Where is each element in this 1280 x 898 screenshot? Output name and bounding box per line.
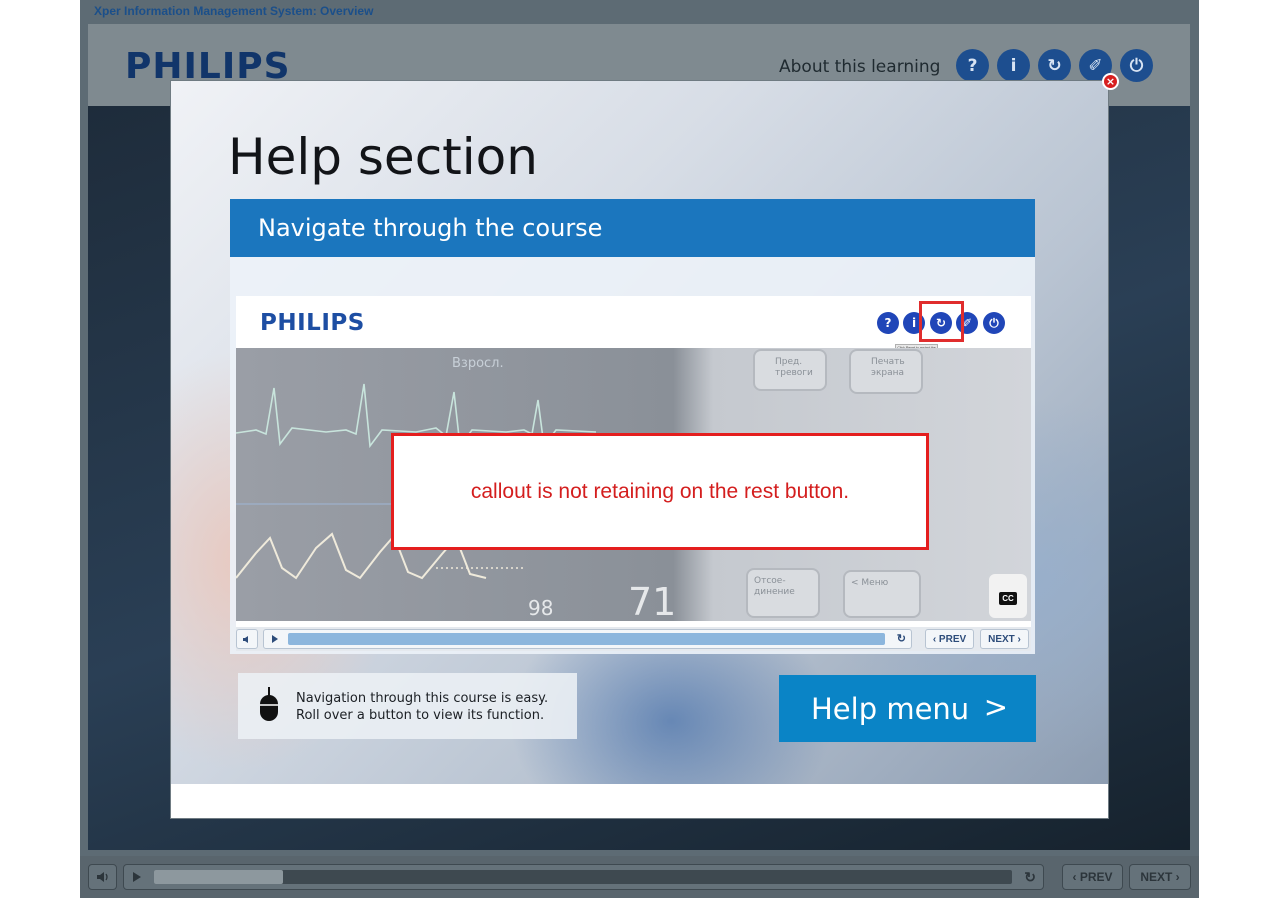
- cc-icon: CC: [999, 592, 1017, 605]
- help-icon[interactable]: ?: [956, 49, 989, 82]
- window-title: Xper Information Management System: Over…: [94, 4, 374, 18]
- next-button[interactable]: NEXT ›: [980, 629, 1029, 649]
- help-menu-label: Help menu: [811, 691, 970, 726]
- chevron-right-icon: >: [983, 690, 1008, 724]
- replay-icon[interactable]: ↻: [1024, 869, 1036, 886]
- close-icon[interactable]: ×: [1102, 73, 1119, 90]
- prev-button[interactable]: ‹ PREV: [1062, 864, 1123, 890]
- playback-controls: ↻ ‹ PREV NEXT ›: [80, 856, 1199, 898]
- replay-icon[interactable]: ↻: [897, 632, 906, 645]
- volume-button[interactable]: [88, 864, 117, 890]
- play-icon[interactable]: [272, 635, 278, 643]
- power-icon[interactable]: ⏻: [983, 312, 1005, 334]
- next-button[interactable]: NEXT ›: [1129, 864, 1191, 890]
- monitor-label: Взросл.: [452, 356, 504, 371]
- power-icon[interactable]: ⏻: [1120, 49, 1153, 82]
- seek-bar[interactable]: ↻: [123, 864, 1044, 890]
- prev-button[interactable]: ‹ PREV: [925, 629, 974, 649]
- monitor-key: < Меню: [843, 570, 921, 618]
- reset-button-highlight: [919, 301, 964, 342]
- reset-icon[interactable]: ↻: [1038, 49, 1071, 82]
- info-icon[interactable]: i: [997, 49, 1030, 82]
- closed-captions-button[interactable]: CC: [989, 574, 1027, 618]
- help-menu-button[interactable]: Help menu >: [779, 675, 1036, 742]
- monitor-key: Отсое-динение: [746, 568, 820, 618]
- seek-bar[interactable]: ↻: [263, 629, 912, 649]
- tip-line: Navigation through this course is easy.: [296, 691, 549, 706]
- monitor-key: Пред. тревоги: [753, 349, 827, 391]
- speaker-icon: [96, 872, 108, 882]
- demo-philips-logo: PHILIPS: [260, 310, 365, 336]
- page-title: Help section: [228, 128, 538, 186]
- play-icon[interactable]: [133, 872, 141, 882]
- monitor-value: 71: [628, 580, 677, 621]
- monitor-value: 98: [528, 596, 554, 620]
- progress-track[interactable]: [288, 633, 885, 645]
- progress-fill: [154, 870, 283, 884]
- annotation-callout: callout is not retaining on the rest but…: [391, 433, 929, 550]
- about-this-learning-link[interactable]: About this learning: [779, 57, 940, 77]
- help-modal: × Help section Navigate through the cour…: [170, 73, 1119, 819]
- volume-button[interactable]: [236, 629, 258, 649]
- section-header: Navigate through the course: [230, 199, 1035, 257]
- navigation-help-panel: Navigate through the course PHILIPS ? i …: [230, 199, 1035, 654]
- monitor-key: Печать экрана: [849, 349, 923, 394]
- mouse-icon: [260, 687, 278, 721]
- speaker-icon: [243, 635, 248, 643]
- tip-line: Roll over a button to view its function.: [296, 708, 545, 723]
- help-icon[interactable]: ?: [877, 312, 899, 334]
- navigation-tip: Navigation through this course is easy. …: [238, 673, 577, 739]
- progress-track[interactable]: [154, 870, 1012, 884]
- demo-playback-controls: ↻ ‹ PREV NEXT ›: [236, 627, 1031, 651]
